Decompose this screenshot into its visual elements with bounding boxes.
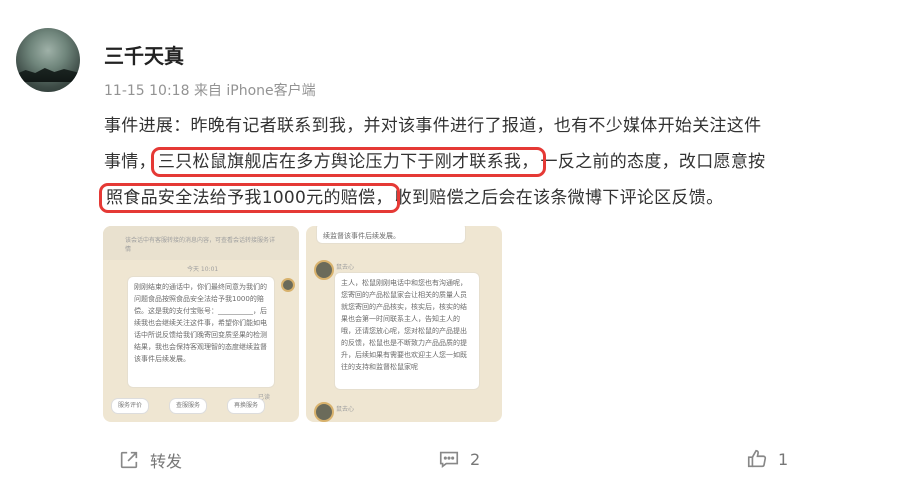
agent-name-2: 鼠去心 [336, 406, 355, 413]
post-image-chat-2[interactable]: 续监督该事件后续发展。 鼠去心 主人，松鼠刚刚电话中和您也有沟通呢，您寄回的产品… [306, 226, 502, 422]
content-line-1: 事件进展：昨晚有记者联系到我，并对该事件进行了报道，也有不少媒体开始关注这件 [104, 116, 762, 136]
chat-timestamp: 今天 10:01 [187, 266, 219, 273]
like-count: 1 [778, 449, 789, 469]
post-actions: 转发 2 1 [0, 448, 920, 480]
author-name[interactable]: 三千天真 [104, 40, 184, 69]
agent-name: 鼠去心 [336, 264, 355, 271]
chip-service-rating[interactable]: 服务评价 [111, 398, 150, 414]
content-text: 收到赔偿之后会在该条微博下评论区反馈。 [394, 188, 724, 208]
content-text: 一反之前的态度，改口愿意按 [540, 152, 766, 172]
chat-header-note: 该会话中有客服转接的消息内容，可查看会话转接服务详情 [103, 226, 299, 260]
repost-button[interactable]: 转发 [118, 448, 182, 472]
chat-bubble-user: 刚刚结束的通话中，你们最终同意为我们的问题食品按照食品安全法给予我1000的赔偿… [127, 276, 275, 388]
post-content: 事件进展：昨晚有记者联系到我，并对该事件进行了报道，也有不少媒体开始关注这件 事… [99, 108, 904, 216]
post-time: 11-15 10:18 [104, 83, 190, 99]
chat-bubble-continued: 续监督该事件后续发展。 [316, 226, 466, 244]
content-text: 事情， [104, 152, 156, 172]
chat-bubble-agent: 主人，松鼠刚刚电话中和您也有沟通呢，您寄回的产品松鼠家会让相关的质量人员就您寄回… [334, 272, 480, 390]
agent-avatar-icon [314, 260, 334, 280]
agent-avatar-icon [314, 402, 334, 422]
like-button[interactable]: 1 [746, 448, 788, 470]
comment-icon [439, 451, 459, 468]
avatar[interactable] [16, 28, 80, 92]
highlighted-text: 照食品安全法给予我1000元的赔偿， [99, 183, 400, 213]
chip-change-service[interactable]: 再换服务 [227, 398, 266, 414]
post-meta: 11-15 10:18 来自 iPhone客户端 [104, 80, 316, 100]
content-line-3: 照食品安全法给予我1000元的赔偿， 收到赔偿之后会在该条微博下评论区反馈。 [99, 180, 904, 216]
comment-button[interactable]: 2 [438, 448, 480, 470]
user-avatar-icon [281, 278, 295, 292]
chat-top-note: 该会话中有客服转接的消息内容，可查看会话转接服务详情 [125, 237, 276, 253]
repost-label: 转发 [150, 452, 183, 471]
post-source: 来自 iPhone客户端 [193, 83, 316, 99]
thumbs-up-icon [747, 449, 767, 468]
content-line-2: 事情， 三只松鼠旗舰店在多方舆论压力下于刚才联系我， 一反之前的态度，改口愿意按 [104, 144, 904, 180]
share-icon [120, 451, 138, 469]
highlighted-text: 三只松鼠旗舰店在多方舆论压力下于刚才联系我， [150, 147, 546, 177]
comment-count: 2 [470, 449, 481, 469]
post-image-chat-1[interactable]: 该会话中有客服转接的消息内容，可查看会话转接服务详情 今天 10:01 刚刚结束… [103, 226, 299, 422]
chip-service[interactable]: 查服服务 [169, 398, 208, 414]
